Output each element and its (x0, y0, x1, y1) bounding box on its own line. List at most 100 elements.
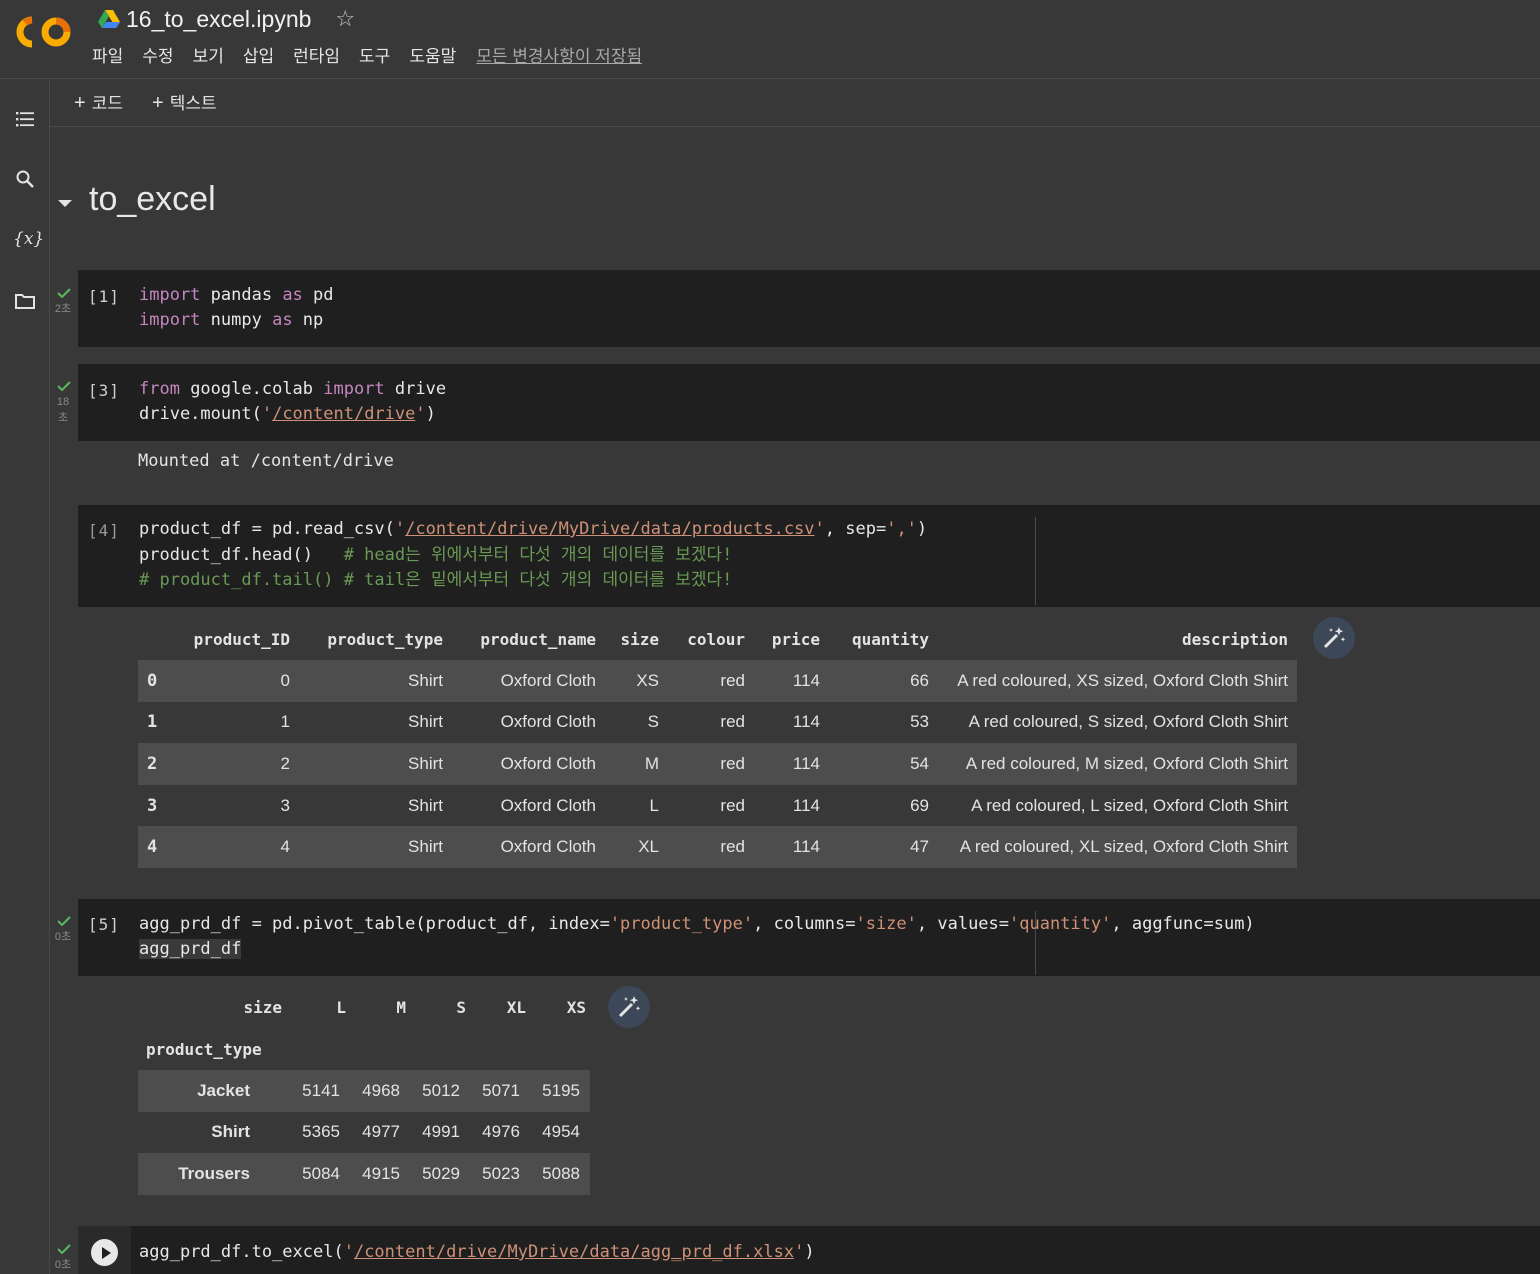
table-cell: 66 (910, 670, 929, 690)
empty-header (410, 1028, 470, 1070)
menu-edit[interactable]: 수정 (142, 42, 173, 67)
add-code-label: 코드 (91, 94, 123, 113)
column-header: size (620, 629, 659, 649)
header: 16_to_excel.ipynb ☆ 파일 수정 보기 삽입 런타임 도구 도… (0, 0, 1540, 79)
code-token: agg_prd_df = pd.pivot_table(product_df, … (139, 914, 610, 934)
path-link[interactable]: /content/drive/MyDrive/data/agg_prd_df.x… (354, 1242, 794, 1262)
code-token: pd (302, 285, 334, 305)
toc-icon[interactable] (13, 107, 37, 131)
variables-icon[interactable]: {x} (13, 229, 44, 253)
column-header: product_type (327, 629, 443, 649)
code-token: import (323, 379, 385, 399)
collapse-caret-icon[interactable] (58, 200, 72, 207)
row-index: 0 (147, 670, 158, 691)
table-cell: 5195 (542, 1080, 580, 1100)
exec-count: [3] (88, 381, 120, 400)
table-cell: 114 (792, 753, 820, 773)
path-link[interactable]: /content/drive (272, 404, 415, 424)
table-cell: red (720, 837, 745, 857)
check-icon (57, 288, 71, 298)
menu-view[interactable]: 보기 (193, 42, 224, 67)
table-cell: XS (636, 670, 659, 690)
exec-duration: 18 (56, 396, 70, 408)
code-editor[interactable]: agg_prd_df = pd.pivot_table(product_df, … (139, 912, 1255, 962)
sidebar: {x} (0, 79, 50, 1274)
table-cell: 5088 (542, 1163, 580, 1183)
line-length-ruler (1035, 517, 1036, 605)
table-cell: 4976 (482, 1122, 520, 1142)
menu-bar: 파일 수정 보기 삽입 런타임 도구 도움말 모든 변경사항이 저장됨 (92, 42, 642, 67)
add-code-button[interactable]: + 코드 (74, 89, 123, 115)
table-row: Shirt 5365 4977 4991 4976 4954 (138, 1112, 590, 1154)
menu-tools[interactable]: 도구 (359, 42, 390, 67)
columns-name: size (243, 998, 282, 1017)
table-cell: 69 (910, 795, 929, 815)
run-cell-button[interactable] (78, 1226, 131, 1274)
check-icon (57, 1244, 71, 1254)
folder-icon[interactable] (13, 289, 37, 313)
notebook-title[interactable]: 16_to_excel.ipynb (126, 6, 311, 33)
code-editor[interactable]: from google.colab import drive drive.mou… (139, 377, 446, 427)
code-token: ' (415, 404, 426, 424)
code-token: ' (814, 519, 825, 539)
code-token: 'size' (855, 914, 917, 934)
code-token: ' (794, 1242, 805, 1262)
code-token: ' (343, 1242, 354, 1262)
table-cell: 54 (910, 753, 929, 773)
column-header: L (336, 998, 346, 1017)
check-icon (57, 381, 71, 391)
table-row: 3 3 Shirt Oxford Cloth Lred 114 69 A red colour… (138, 785, 1297, 827)
column-header: M (396, 998, 406, 1017)
code-token: ) (425, 404, 436, 424)
pivot-table: size L M S XL XS product_type Jacket 5141… (138, 987, 590, 1195)
menu-help[interactable]: 도움말 (409, 42, 456, 67)
code-token: , values= (916, 914, 1010, 934)
table-cell: A red coloured, L sized, Oxford Cloth Sh… (971, 795, 1288, 815)
table-cell: 114 (792, 712, 820, 732)
table-cell: 53 (910, 712, 929, 732)
empty-header (530, 1028, 590, 1070)
table-cell: A red coloured, M sized, Oxford Cloth Sh… (965, 753, 1288, 773)
table-cell: Oxford Cloth (500, 712, 596, 732)
table-row: Jacket 5141 4968 5012 5071 5195 (138, 1070, 590, 1112)
exec-duration: 0초 (54, 1259, 72, 1271)
table-cell: M (644, 753, 659, 773)
table-cell: 5029 (422, 1163, 460, 1183)
add-text-button[interactable]: + 텍스트 (152, 89, 217, 115)
column-header: product_ID (193, 629, 290, 649)
magic-wand-icon[interactable] (608, 986, 650, 1028)
table-cell: 5141 (302, 1080, 340, 1100)
table-header-row: product_ID product_type product_name siz… (138, 618, 1297, 660)
magic-wand-icon[interactable] (1313, 617, 1355, 659)
menu-file[interactable]: 파일 (92, 42, 123, 67)
table-cell: 47 (910, 837, 929, 857)
save-status[interactable]: 모든 변경사항이 저장됨 (476, 42, 642, 67)
code-token: as (272, 310, 293, 330)
star-icon[interactable]: ☆ (335, 6, 355, 32)
exec-duration-unit: 초 (57, 412, 69, 424)
table-cell: 114 (792, 670, 820, 690)
code-token: ) (804, 1242, 815, 1262)
search-icon[interactable] (13, 167, 37, 191)
code-editor[interactable]: product_df = pd.read_csv('/content/drive… (139, 517, 927, 594)
code-comment: # product_df.tail() # tail은 밑에서부터 다섯 개의 … (139, 570, 733, 590)
table-cell: XL (638, 837, 659, 857)
menu-runtime[interactable]: 런타임 (293, 42, 340, 67)
table-cell: 4968 (362, 1080, 400, 1100)
code-editor[interactable]: agg_prd_df.to_excel('/content/drive/MyDr… (139, 1240, 815, 1265)
table-header-row: size L M S XL XS (138, 987, 590, 1028)
index-header (138, 618, 174, 660)
table-cell: Shirt (408, 837, 443, 857)
column-header: XL (506, 998, 526, 1017)
menu-insert[interactable]: 삽입 (243, 42, 274, 67)
code-token: 'quantity' (1009, 914, 1112, 934)
code-token: import (139, 310, 201, 330)
drive-icon[interactable] (98, 10, 120, 28)
run-icon (91, 1239, 118, 1266)
table-cell: 4915 (362, 1163, 400, 1183)
code-editor[interactable]: import pandas as pd import numpy as np (139, 283, 334, 333)
code-token: product_df.head() (139, 544, 344, 565)
colab-logo[interactable] (16, 14, 74, 50)
index-name-row: product_type (138, 1028, 590, 1070)
path-link[interactable]: /content/drive/MyDrive/data/products.csv (405, 519, 814, 539)
